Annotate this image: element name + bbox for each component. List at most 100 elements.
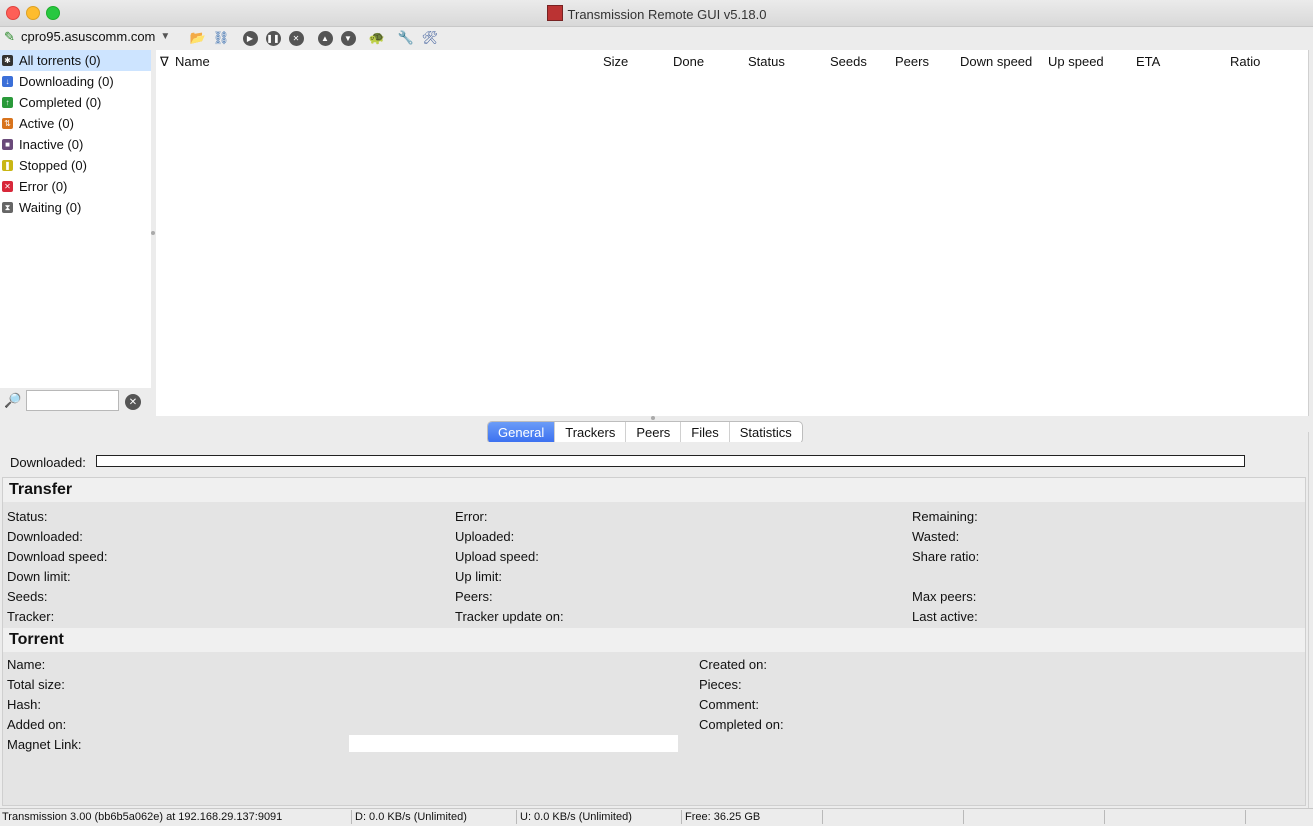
move-up-icon[interactable]: ▲ <box>316 29 334 47</box>
transfer-title: Transfer <box>9 481 73 498</box>
move-down-icon[interactable]: ▼ <box>339 29 357 47</box>
remove-glyph: ✕ <box>288 30 304 46</box>
column-header-status[interactable]: Status <box>748 54 785 69</box>
connection-selector[interactable]: ✎ cpro95.asuscomm.com ▼ <box>4 29 170 44</box>
downloaded-label: Downloaded: <box>7 529 83 544</box>
window-title-wrap: Transmission Remote GUI v5.18.0 <box>0 5 1313 22</box>
remove-icon[interactable]: ✕ <box>287 29 305 47</box>
filter-active[interactable]: ⇅ Active (0) <box>0 113 151 134</box>
tab-trackers[interactable]: Trackers <box>555 422 627 443</box>
transfer-section-header: Transfer <box>3 478 1305 502</box>
seeds-label: Seeds: <box>7 589 48 604</box>
column-header-size[interactable]: Size <box>603 54 628 69</box>
wasted-label: Wasted: <box>912 529 960 544</box>
share-ratio-label: Share ratio: <box>912 549 980 564</box>
peers-label: Peers: <box>455 589 493 604</box>
error-icon: ✕ <box>2 181 13 192</box>
connection-label: cpro95.asuscomm.com <box>21 29 156 44</box>
options-icon[interactable]: 🛠 <box>421 29 439 47</box>
created-on-label: Created on: <box>699 657 767 672</box>
upload-speed-label: Upload speed: <box>455 549 539 564</box>
active-icon: ⇅ <box>2 118 13 129</box>
window-title: Transmission Remote GUI v5.18.0 <box>567 7 767 22</box>
splitter-grip <box>651 416 655 420</box>
completed-icon: ↑ <box>2 97 13 108</box>
tab-files[interactable]: Files <box>681 422 730 443</box>
downloaded-progress-label: Downloaded: <box>10 455 86 470</box>
torrent-title: Torrent <box>9 631 64 648</box>
error-label: Error: <box>455 509 488 524</box>
app-icon <box>546 5 563 21</box>
comment-label: Comment: <box>699 697 759 712</box>
toolbar: ✎ cpro95.asuscomm.com ▼ 📂 ⛓ ▶ ❚❚ ✕ ▲ ▼ 🐢… <box>0 27 1313 49</box>
column-header-name[interactable]: Name <box>175 54 210 69</box>
up-limit-label: Up limit: <box>455 569 502 584</box>
filter-inactive[interactable]: ■ Inactive (0) <box>0 134 151 155</box>
stopped-icon: ❚ <box>2 160 13 171</box>
filter-sidebar: ✱ All torrents (0) ↓ Downloading (0) ↑ C… <box>0 50 151 388</box>
start-icon[interactable]: ▶ <box>241 29 259 47</box>
tab-peers[interactable]: Peers <box>626 422 682 443</box>
remaining-label: Remaining: <box>912 509 978 524</box>
all-torrents-icon: ✱ <box>2 55 13 66</box>
column-header-done[interactable]: Done <box>673 54 704 69</box>
name-label: Name: <box>7 657 46 672</box>
column-header-seeds[interactable]: Seeds <box>830 54 867 69</box>
downloaded-progress-bar <box>96 455 1245 467</box>
status-divider <box>351 810 352 824</box>
tab-statistics[interactable]: Statistics <box>730 422 802 443</box>
tab-general[interactable]: General <box>488 422 556 443</box>
filter-label: Downloading (0) <box>19 74 114 89</box>
search-input[interactable] <box>26 390 119 411</box>
move-down-glyph: ▼ <box>340 30 356 46</box>
filter-label: Stopped (0) <box>19 158 87 173</box>
status-upload-speed: U: 0.0 KB/s (Unlimited) <box>520 811 632 823</box>
uploaded-label: Uploaded: <box>455 529 515 544</box>
magnet-link-label: Magnet Link: <box>7 737 82 752</box>
filter-waiting[interactable]: ⧗ Waiting (0) <box>0 197 151 218</box>
torrent-properties-icon[interactable]: 🔧 <box>397 29 415 47</box>
status-divider <box>516 810 517 824</box>
down-limit-label: Down limit: <box>7 569 71 584</box>
connection-icon: ✎ <box>4 28 15 44</box>
pieces-label: Pieces: <box>699 677 742 692</box>
add-link-icon[interactable]: ⛓ <box>212 29 230 47</box>
status-divider <box>1104 810 1105 824</box>
status-download-speed: D: 0.0 KB/s (Unlimited) <box>355 811 467 823</box>
column-header-down-speed[interactable]: Down speed <box>960 54 1032 69</box>
filter-label: All torrents (0) <box>19 53 101 68</box>
magnet-link-field[interactable] <box>349 735 678 752</box>
chevron-down-icon[interactable]: ▼ <box>160 31 170 42</box>
pause-glyph: ❚❚ <box>265 30 281 46</box>
download-speed-label: Download speed: <box>7 549 108 564</box>
sort-indicator-icon: ∇ <box>160 54 169 69</box>
title-bar: Transmission Remote GUI v5.18.0 <box>0 0 1313 27</box>
status-bar: Transmission 3.00 (bb6b5a062e) at 192.16… <box>0 808 1313 826</box>
status-server: Transmission 3.00 (bb6b5a062e) at 192.16… <box>2 811 283 823</box>
column-header-ratio[interactable]: Ratio <box>1230 54 1260 69</box>
torrent-list[interactable]: ∇ Name Size Done Status Seeds Peers Down… <box>156 50 1308 416</box>
filter-error[interactable]: ✕ Error (0) <box>0 176 151 197</box>
pause-icon[interactable]: ❚❚ <box>264 29 282 47</box>
status-label: Status: <box>7 509 48 524</box>
filter-search-bar: 🔎 ✕ <box>0 388 151 416</box>
completed-on-label: Completed on: <box>699 717 784 732</box>
open-torrent-icon[interactable]: 📂 <box>189 29 207 47</box>
status-divider <box>1245 810 1246 824</box>
filter-downloading[interactable]: ↓ Downloading (0) <box>0 71 151 92</box>
filter-label: Inactive (0) <box>19 137 84 152</box>
column-header-up-speed[interactable]: Up speed <box>1048 54 1104 69</box>
tracker-update-label: Tracker update on: <box>455 609 564 624</box>
column-header-eta[interactable]: ETA <box>1136 54 1160 69</box>
filter-completed[interactable]: ↑ Completed (0) <box>0 92 151 113</box>
filter-label: Active (0) <box>19 116 74 131</box>
filter-stopped[interactable]: ❚ Stopped (0) <box>0 155 151 176</box>
max-peers-label: Max peers: <box>912 589 977 604</box>
added-on-label: Added on: <box>7 717 67 732</box>
torrent-list-header: ∇ Name Size Done Status Seeds Peers Down… <box>156 50 1308 72</box>
torrent-section-header: Torrent <box>3 628 1305 652</box>
column-header-peers[interactable]: Peers <box>895 54 929 69</box>
filter-all-torrents[interactable]: ✱ All torrents (0) <box>0 50 151 71</box>
clear-search-icon[interactable]: ✕ <box>125 394 141 410</box>
turtle-mode-icon[interactable]: 🐢 <box>368 29 386 47</box>
